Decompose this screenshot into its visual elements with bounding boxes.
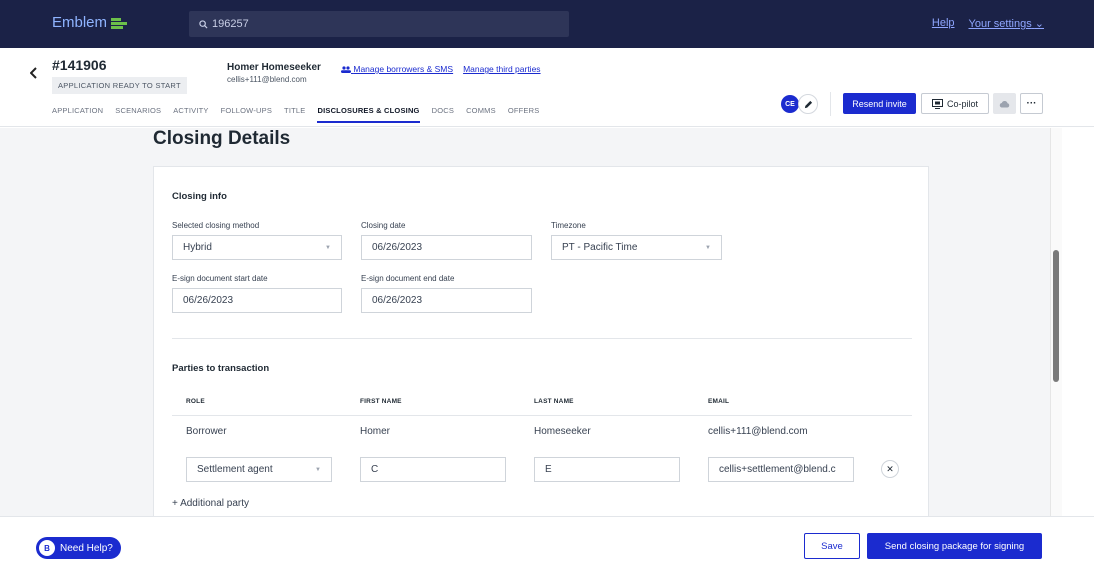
closing-date-value: 06/26/2023 xyxy=(372,242,423,253)
party-email-input[interactable]: cellis+settlement@blend.c xyxy=(708,457,854,482)
closing-info-title: Closing info xyxy=(172,191,227,202)
esign-start-field[interactable]: 06/26/2023 xyxy=(172,288,342,313)
save-button[interactable]: Save xyxy=(804,533,860,559)
section-divider xyxy=(172,338,912,339)
esign-start-value: 06/26/2023 xyxy=(183,295,234,306)
tab-scenarios[interactable]: SCENARIOS xyxy=(115,106,161,123)
esign-start-label: E-sign document start date xyxy=(172,274,268,283)
copilot-button[interactable]: Co-pilot xyxy=(921,93,989,114)
tab-follow-ups[interactable]: FOLLOW-UPS xyxy=(221,106,272,123)
pencil-icon xyxy=(804,100,812,108)
logo-text: Emblem xyxy=(52,14,108,31)
borrower-last-name: Homeseeker xyxy=(534,426,591,437)
loan-number: #141906 xyxy=(52,57,107,73)
loan-header: #141906 APPLICATION READY TO START Homer… xyxy=(0,48,1094,127)
esign-end-field[interactable]: 06/26/2023 xyxy=(361,288,532,313)
copilot-label: Co-pilot xyxy=(946,98,978,109)
esign-end-label: E-sign document end date xyxy=(361,274,455,283)
close-icon: ✕ xyxy=(886,463,894,474)
remove-party-button[interactable]: ✕ xyxy=(881,460,899,478)
edit-assignee-button[interactable] xyxy=(798,94,818,114)
tab-disclosures-closing[interactable]: DISCLOSURES & CLOSING xyxy=(317,106,420,123)
back-arrow-icon[interactable] xyxy=(29,66,38,82)
footer-bar: B Need Help? Save Send closing package f… xyxy=(0,516,1094,578)
top-navbar: Emblem 196257 Help Your settings ⌄ xyxy=(0,0,1094,48)
caret-down-icon: ▼ xyxy=(315,466,321,473)
timezone-label: Timezone xyxy=(551,221,586,230)
people-icon xyxy=(341,66,351,74)
borrower-email: cellis+111@blend.com xyxy=(227,75,307,84)
app-logo[interactable]: Emblem xyxy=(52,14,128,31)
esign-end-value: 06/26/2023 xyxy=(372,295,423,306)
column-header-last-name: LAST NAME xyxy=(534,398,574,405)
parties-title: Parties to transaction xyxy=(172,363,270,374)
send-closing-package-button[interactable]: Send closing package for signing xyxy=(867,533,1042,559)
add-party-link[interactable]: + Additional party xyxy=(172,498,249,509)
party-last-name-value: E xyxy=(545,464,552,475)
closing-method-label: Selected closing method xyxy=(172,221,260,230)
party-role-value: Settlement agent xyxy=(197,464,273,475)
tab-offers[interactable]: OFFERS xyxy=(508,106,540,123)
avatar[interactable]: CE xyxy=(781,95,799,113)
tab-title[interactable]: TITLE xyxy=(284,106,305,123)
help-link[interactable]: Help xyxy=(932,17,955,30)
need-help-button[interactable]: B Need Help? xyxy=(36,537,121,559)
tab-docs[interactable]: DOCS xyxy=(432,106,454,123)
search-value: 196257 xyxy=(212,18,249,30)
column-header-email: EMAIL xyxy=(708,398,730,405)
borrower-name: Homer Homeseeker xyxy=(227,62,321,73)
search-icon xyxy=(199,19,208,29)
tab-bar: APPLICATION SCENARIOS ACTIVITY FOLLOW-UP… xyxy=(52,106,539,123)
manage-borrowers-label: Manage borrowers & SMS xyxy=(353,64,454,74)
caret-down-icon: ▼ xyxy=(325,244,331,251)
caret-down-icon: ▼ xyxy=(705,244,711,251)
cloud-icon xyxy=(999,100,1010,107)
divider xyxy=(830,92,831,116)
need-help-label: Need Help? xyxy=(60,542,113,554)
closing-date-label: Closing date xyxy=(361,221,406,230)
party-first-name-value: C xyxy=(371,464,379,475)
logo-icon xyxy=(111,17,128,29)
closing-date-field[interactable]: 06/26/2023 xyxy=(361,235,532,260)
column-header-first-name: FIRST NAME xyxy=(360,398,402,405)
settings-link-label: Your settings xyxy=(968,18,1032,30)
scrollbar-thumb[interactable] xyxy=(1053,250,1059,382)
borrower-first-name: Homer xyxy=(360,426,391,437)
party-first-name-input[interactable]: C xyxy=(360,457,506,482)
manage-third-parties-link[interactable]: Manage third parties xyxy=(463,64,541,74)
tab-comms[interactable]: COMMS xyxy=(466,106,496,123)
timezone-value: PT - Pacific Time xyxy=(562,242,638,253)
cloud-upload-button[interactable] xyxy=(993,93,1016,114)
main-content: Closing Details Closing info Selected cl… xyxy=(0,128,1050,516)
tab-application[interactable]: APPLICATION xyxy=(52,106,103,123)
tab-activity[interactable]: ACTIVITY xyxy=(173,106,208,123)
closing-method-select[interactable]: Hybrid ▼ xyxy=(172,235,342,260)
table-header-divider xyxy=(172,415,912,416)
party-role-select[interactable]: Settlement agent ▼ xyxy=(186,457,332,482)
help-logo-icon: B xyxy=(39,540,55,556)
closing-method-value: Hybrid xyxy=(183,242,212,253)
manage-borrowers-link[interactable]: Manage borrowers & SMS xyxy=(341,64,453,74)
borrower-email-cell: cellis+111@blend.com xyxy=(708,426,808,437)
monitor-icon xyxy=(931,98,943,109)
party-last-name-input[interactable]: E xyxy=(534,457,680,482)
search-input[interactable]: 196257 xyxy=(189,11,569,37)
settings-link[interactable]: Your settings ⌄ xyxy=(969,17,1044,30)
party-email-value: cellis+settlement@blend.c xyxy=(719,464,836,475)
more-options-icon[interactable]: ··· xyxy=(1020,93,1043,114)
page-title: Closing Details xyxy=(153,128,291,149)
borrower-role: Borrower xyxy=(186,426,227,437)
status-badge: APPLICATION READY TO START xyxy=(52,77,187,94)
chevron-down-icon: ⌄ xyxy=(1034,18,1044,30)
timezone-select[interactable]: PT - Pacific Time ▼ xyxy=(551,235,722,260)
resend-invite-button[interactable]: Resend invite xyxy=(843,93,916,114)
column-header-role: ROLE xyxy=(186,398,205,405)
closing-details-card: Closing info Selected closing method Hyb… xyxy=(153,166,929,516)
